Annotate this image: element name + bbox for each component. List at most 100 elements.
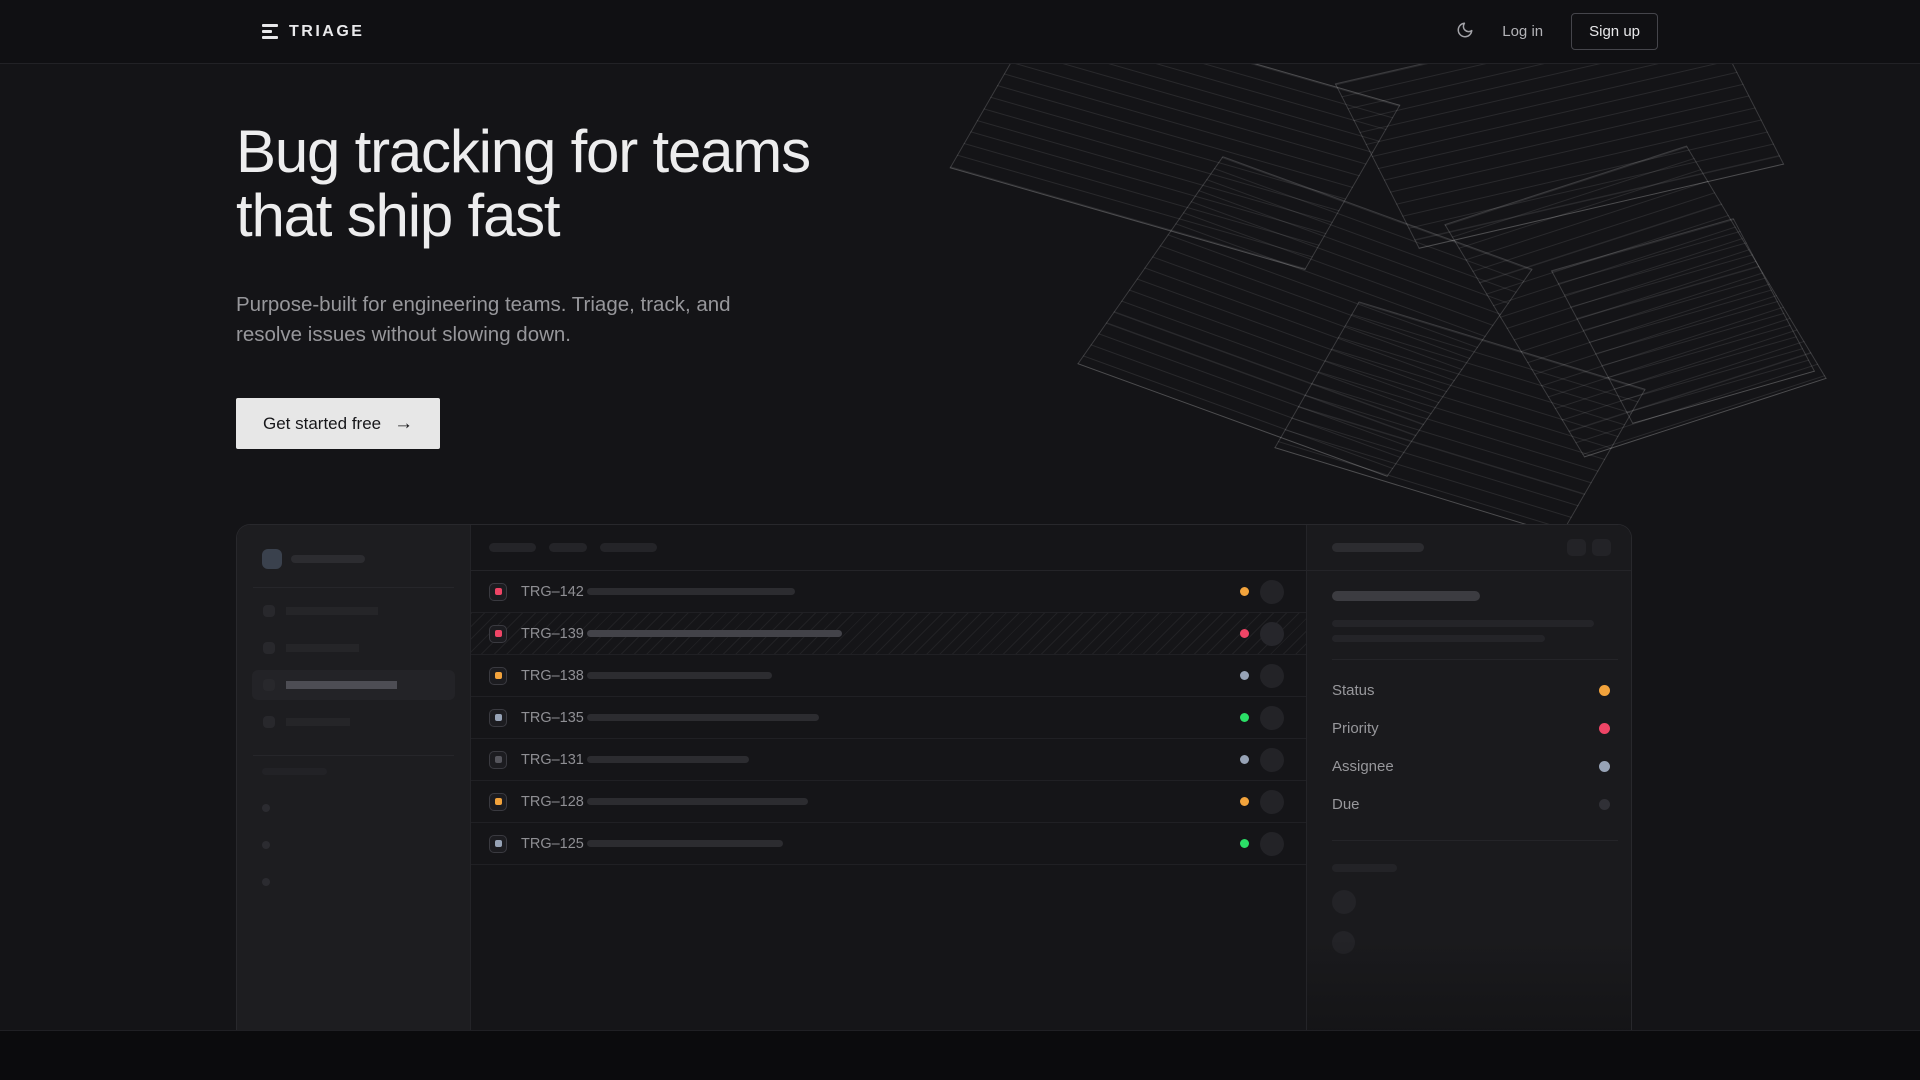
brand-name: TRIAGE xyxy=(289,23,364,41)
field-row: Due xyxy=(1307,785,1631,823)
panel-button-skeleton xyxy=(1592,539,1611,556)
issue-title-skeleton xyxy=(587,756,749,763)
issue-id: TRG–138 xyxy=(521,668,587,684)
arrow-right-icon: → xyxy=(394,414,413,433)
status-dot xyxy=(1240,713,1249,722)
wireframe-plane xyxy=(1274,301,1646,535)
triage-logo-icon xyxy=(262,24,279,39)
cta-label: Get started free xyxy=(263,414,381,434)
issue-type-icon xyxy=(489,835,507,853)
sidebar-item xyxy=(252,707,455,737)
skeleton-bar xyxy=(1332,864,1397,872)
issue-id: TRG–139 xyxy=(521,626,587,642)
sidebar-nav xyxy=(237,596,470,737)
issue-title-skeleton xyxy=(1332,591,1480,601)
issue-type-icon xyxy=(489,667,507,685)
theme-toggle-button[interactable] xyxy=(1456,21,1474,42)
issue-type-icon xyxy=(489,709,507,727)
app-preview-mockup: TRG–142 TRG–139 TRG–138 xyxy=(236,524,1632,1030)
issue-title-skeleton xyxy=(587,588,795,595)
issue-type-icon xyxy=(489,583,507,601)
field-label: Priority xyxy=(1332,720,1379,737)
detail-fields: Status Priority Assignee Due xyxy=(1307,671,1631,823)
issue-type-icon xyxy=(489,625,507,643)
detail-panel-header xyxy=(1307,525,1631,571)
mockup-detail-panel: Status Priority Assignee Due xyxy=(1307,525,1631,1030)
assignee-avatar xyxy=(1260,664,1284,688)
wireframe-plane xyxy=(1335,64,1785,249)
assignee-avatar xyxy=(1260,580,1284,604)
nav-actions: Log in Sign up xyxy=(1456,13,1658,50)
issue-id: TRG–125 xyxy=(521,836,587,852)
field-label: Due xyxy=(1332,796,1360,813)
comment-avatar-skeleton xyxy=(1332,890,1356,914)
issue-list-header xyxy=(471,525,1306,571)
field-row: Priority xyxy=(1307,709,1631,747)
brand-logo[interactable]: TRIAGE xyxy=(262,23,364,41)
issue-title-skeleton xyxy=(587,672,772,679)
filter-pill-skeleton xyxy=(489,543,536,552)
issue-title-skeleton xyxy=(587,840,783,847)
divider xyxy=(1332,840,1618,841)
wireframe-plane xyxy=(1077,156,1533,477)
issue-row-selected: TRG–139 xyxy=(471,613,1306,655)
workspace-avatar xyxy=(262,549,282,569)
sidebar-item xyxy=(252,633,455,663)
hero-section: Bug tracking for teamsthat ship fast Pur… xyxy=(0,64,1920,1030)
status-dot xyxy=(1240,839,1249,848)
filter-pill-skeleton xyxy=(549,543,587,552)
login-link[interactable]: Log in xyxy=(1502,23,1543,40)
skeleton-line xyxy=(1332,635,1545,642)
field-value-dot xyxy=(1599,761,1610,772)
issue-title-skeleton xyxy=(587,798,808,805)
assignee-avatar xyxy=(1260,622,1284,646)
sidebar-item-icon xyxy=(263,679,275,691)
get-started-button[interactable]: Get started free → xyxy=(236,398,440,449)
wireframe-plane xyxy=(1444,146,1827,458)
field-value-dot xyxy=(1599,799,1610,810)
filter-pill-skeleton xyxy=(600,543,657,552)
footer xyxy=(0,1030,1920,1080)
issue-type-icon xyxy=(489,751,507,769)
status-dot xyxy=(1240,755,1249,764)
issue-row: TRG–142 xyxy=(471,571,1306,613)
status-dot xyxy=(1240,797,1249,806)
assignee-avatar xyxy=(1260,706,1284,730)
sidebar-item xyxy=(252,596,455,626)
issue-row: TRG–128 xyxy=(471,781,1306,823)
status-dot xyxy=(1240,671,1249,680)
issue-title-skeleton xyxy=(587,630,842,637)
signup-button[interactable]: Sign up xyxy=(1571,13,1658,50)
sidebar-item-icon xyxy=(263,642,275,654)
hero-heading: Bug tracking for teamsthat ship fast xyxy=(236,120,810,248)
panel-action-buttons xyxy=(1567,539,1611,556)
field-label: Assignee xyxy=(1332,758,1394,775)
status-dot xyxy=(1240,629,1249,638)
issue-type-icon xyxy=(489,793,507,811)
issue-row: TRG–135 xyxy=(471,697,1306,739)
assignee-avatar xyxy=(1260,790,1284,814)
top-nav: TRIAGE Log in Sign up xyxy=(0,0,1920,64)
sidebar-item-icon xyxy=(263,605,275,617)
skeleton-bar xyxy=(286,607,378,615)
issue-id: TRG–128 xyxy=(521,794,587,810)
mockup-issue-list: TRG–142 TRG–139 TRG–138 xyxy=(471,525,1307,1030)
panel-button-skeleton xyxy=(1567,539,1586,556)
issue-row: TRG–125 xyxy=(471,823,1306,865)
skeleton-line xyxy=(1332,620,1594,627)
landing-page: TRIAGE Log in Sign up Bug tracking fo xyxy=(0,0,1920,1080)
issue-id: TRG–131 xyxy=(521,752,587,768)
divider xyxy=(1332,659,1618,660)
moon-icon xyxy=(1456,21,1474,42)
issue-id: TRG–142 xyxy=(521,584,587,600)
skeleton-bar xyxy=(291,555,365,563)
issue-row: TRG–138 xyxy=(471,655,1306,697)
issue-id: TRG–135 xyxy=(521,710,587,726)
skeleton-bar xyxy=(262,768,327,775)
field-label: Status xyxy=(1332,682,1375,699)
status-dot xyxy=(1240,587,1249,596)
wireframe-plane xyxy=(950,64,1401,270)
divider xyxy=(253,587,454,588)
field-value-dot xyxy=(1599,685,1610,696)
issue-title-skeleton xyxy=(587,714,819,721)
